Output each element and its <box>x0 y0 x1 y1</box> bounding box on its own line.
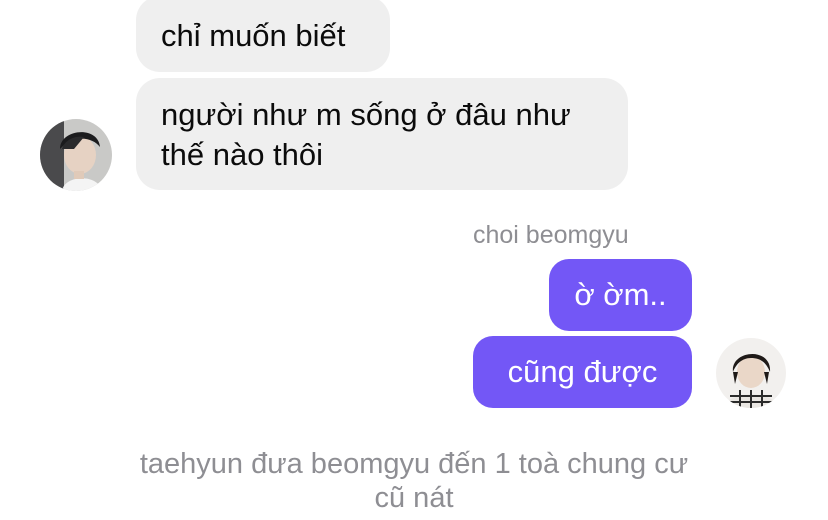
outgoing-message-bubble[interactable]: cũng được <box>473 336 692 408</box>
sender-name: choi beomgyu <box>473 221 629 249</box>
incoming-message-bubble[interactable]: chỉ muốn biết <box>136 0 390 72</box>
outgoing-message-bubble[interactable]: ờ ờm.. <box>549 259 692 331</box>
message-text: cũng được <box>507 354 658 389</box>
narration-line: cũ nát <box>374 482 454 514</box>
message-text-line: người như m sống ở đâu như <box>161 97 571 132</box>
message-text: ờ ờm.. <box>574 277 667 312</box>
narration-line: taehyun đưa beomgyu đến 1 toà chung cư <box>139 448 689 480</box>
message-text-line: thế nào thôi <box>161 137 324 172</box>
incoming-message-bubble[interactable]: người như m sống ở đâu như thế nào thôi <box>136 78 628 190</box>
narration-caption: taehyun đưa beomgyu đến 1 toà chung cư c… <box>60 447 768 515</box>
message-text: chỉ muốn biết <box>161 18 346 53</box>
beomgyu-portrait-avatar-icon[interactable] <box>716 338 786 408</box>
boy-portrait-avatar-icon[interactable] <box>40 119 112 191</box>
